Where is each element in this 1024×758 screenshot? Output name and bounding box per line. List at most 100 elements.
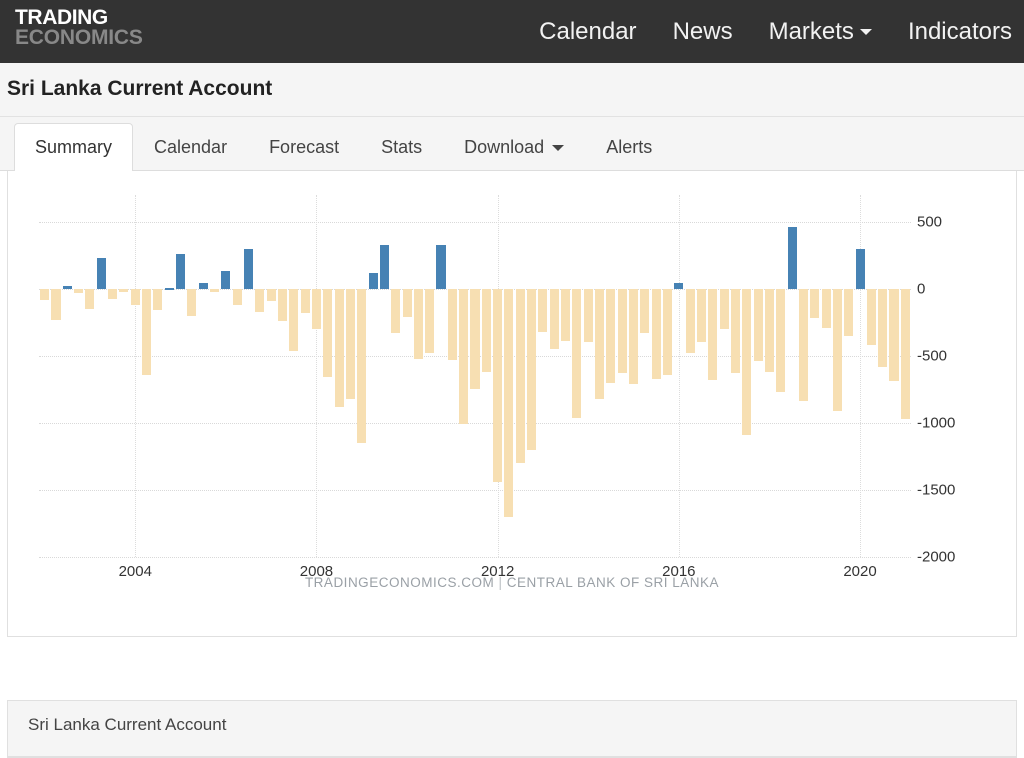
chart-bar[interactable] — [810, 288, 820, 319]
chart-bar[interactable] — [62, 286, 72, 289]
chart-bar[interactable] — [300, 288, 310, 313]
chart-bar[interactable] — [108, 288, 118, 299]
chart-bar[interactable] — [629, 288, 639, 385]
chart-bar[interactable] — [221, 271, 231, 289]
chart-bar[interactable] — [459, 288, 469, 425]
chart-bar[interactable] — [493, 288, 503, 482]
tab-alerts[interactable]: Alerts — [585, 123, 673, 171]
nav-item-calendar[interactable]: Calendar — [521, 0, 654, 63]
chart-bar[interactable] — [153, 288, 163, 311]
chart-bar[interactable] — [51, 288, 61, 320]
tab-download[interactable]: Download — [443, 123, 585, 171]
chart-bar[interactable] — [311, 288, 321, 330]
nav-item-indicators[interactable]: Indicators — [890, 0, 1024, 63]
chart-bar[interactable] — [662, 288, 673, 375]
tab-summary-label: Summary — [35, 137, 113, 157]
tab-download-label: Download — [464, 137, 545, 157]
chart-bar[interactable] — [176, 253, 186, 289]
chart-bar[interactable] — [289, 288, 299, 351]
chart-bar[interactable] — [413, 288, 423, 359]
chart-bar[interactable] — [617, 288, 627, 374]
chart-bar[interactable] — [866, 288, 876, 346]
chart-bar[interactable] — [357, 288, 367, 444]
chart-bar[interactable] — [685, 288, 695, 354]
chart-bar[interactable] — [855, 248, 865, 289]
chart-bar[interactable] — [164, 287, 174, 290]
tab-strip: Summary Calendar Forecast Stats Download… — [0, 117, 1024, 171]
chart-bar[interactable] — [889, 288, 899, 382]
chart-bar[interactable] — [402, 288, 412, 317]
chart-bar[interactable] — [606, 288, 616, 383]
chart-bar[interactable] — [334, 288, 344, 407]
chart-bar[interactable] — [74, 288, 84, 293]
gridline-x-2008 — [316, 195, 318, 557]
chart-bar[interactable] — [425, 288, 435, 354]
nav-item-markets[interactable]: Markets — [751, 0, 890, 63]
chart-bar[interactable] — [243, 248, 254, 289]
chart-bar[interactable] — [255, 288, 265, 312]
chart-bar[interactable] — [130, 288, 140, 305]
chart-bar[interactable] — [391, 288, 401, 334]
chart-bar[interactable] — [696, 288, 706, 343]
chart-bar[interactable] — [142, 288, 152, 375]
tab-calendar[interactable]: Calendar — [133, 123, 248, 171]
chart-bar[interactable] — [561, 288, 571, 342]
chart-bar[interactable] — [85, 288, 95, 309]
chart-bar[interactable] — [674, 283, 684, 289]
chart-bar[interactable] — [277, 288, 287, 322]
chart-bar[interactable] — [595, 288, 605, 399]
tab-stats[interactable]: Stats — [360, 123, 443, 171]
chart-bar[interactable] — [266, 288, 276, 301]
chart-bar[interactable] — [470, 288, 480, 390]
chart-bar[interactable] — [832, 288, 842, 411]
chart-bar[interactable] — [549, 288, 559, 350]
tab-list: Summary Calendar Forecast Stats Download… — [14, 117, 673, 171]
chart-bar[interactable] — [210, 288, 220, 292]
chart-bar[interactable] — [481, 288, 491, 372]
chart-bar[interactable] — [447, 288, 457, 360]
chart-bar[interactable] — [742, 288, 752, 435]
chart-bar[interactable] — [798, 288, 808, 402]
tab-forecast[interactable]: Forecast — [248, 123, 360, 171]
chart-bar[interactable] — [187, 288, 197, 316]
chart-bar[interactable] — [368, 272, 378, 289]
gridline-x-2016 — [678, 195, 680, 557]
page-header: Sri Lanka Current Account — [0, 63, 1024, 117]
chart-bar[interactable] — [844, 288, 854, 336]
chart-bar[interactable] — [583, 288, 593, 343]
tab-summary[interactable]: Summary — [14, 123, 134, 171]
chart-bar[interactable] — [708, 288, 718, 380]
chart-bar[interactable] — [96, 258, 106, 289]
chart-bar[interactable] — [515, 288, 525, 464]
chart-bar[interactable] — [640, 288, 650, 334]
chart-bar[interactable] — [719, 288, 729, 330]
chart-bar[interactable] — [323, 288, 333, 378]
attribution-provider: CENTRAL BANK OF SRI LANKA — [506, 575, 720, 590]
chart-bar[interactable] — [730, 288, 740, 374]
chart-bar[interactable] — [753, 288, 763, 362]
chart-bar[interactable] — [538, 288, 548, 332]
chart-bar[interactable] — [651, 288, 661, 379]
chart-bar[interactable] — [764, 288, 774, 372]
chart-bar[interactable] — [232, 288, 242, 305]
chart-bar[interactable] — [572, 288, 582, 418]
chart-bar[interactable] — [345, 288, 355, 399]
chart-bar[interactable] — [504, 288, 514, 517]
nav-item-news[interactable]: News — [655, 0, 751, 63]
chart-bar[interactable] — [527, 288, 537, 450]
site-logo[interactable]: TRADING ECONOMICS — [15, 7, 143, 48]
chart-bar[interactable] — [119, 288, 129, 292]
current-account-bar-chart[interactable]: 500 0 -500 -1000 -1500 -2000 2004 2008 2012 2016… — [39, 195, 955, 580]
chart-bar[interactable] — [40, 288, 50, 300]
chart-bar[interactable] — [436, 244, 446, 289]
chart-bar[interactable] — [821, 288, 831, 328]
chart-bar[interactable] — [776, 288, 786, 393]
chart-bar[interactable] — [198, 283, 208, 289]
chart-bar[interactable] — [900, 288, 910, 419]
chart-attribution: TRADINGECONOMICS.COM | CENTRAL BANK OF S… — [8, 575, 1016, 590]
chevron-down-icon — [552, 144, 565, 151]
chart-bar[interactable] — [787, 227, 797, 289]
nav-item-markets-label: Markets — [768, 18, 854, 45]
chart-bar[interactable] — [379, 244, 389, 289]
chart-bar[interactable] — [878, 288, 888, 367]
